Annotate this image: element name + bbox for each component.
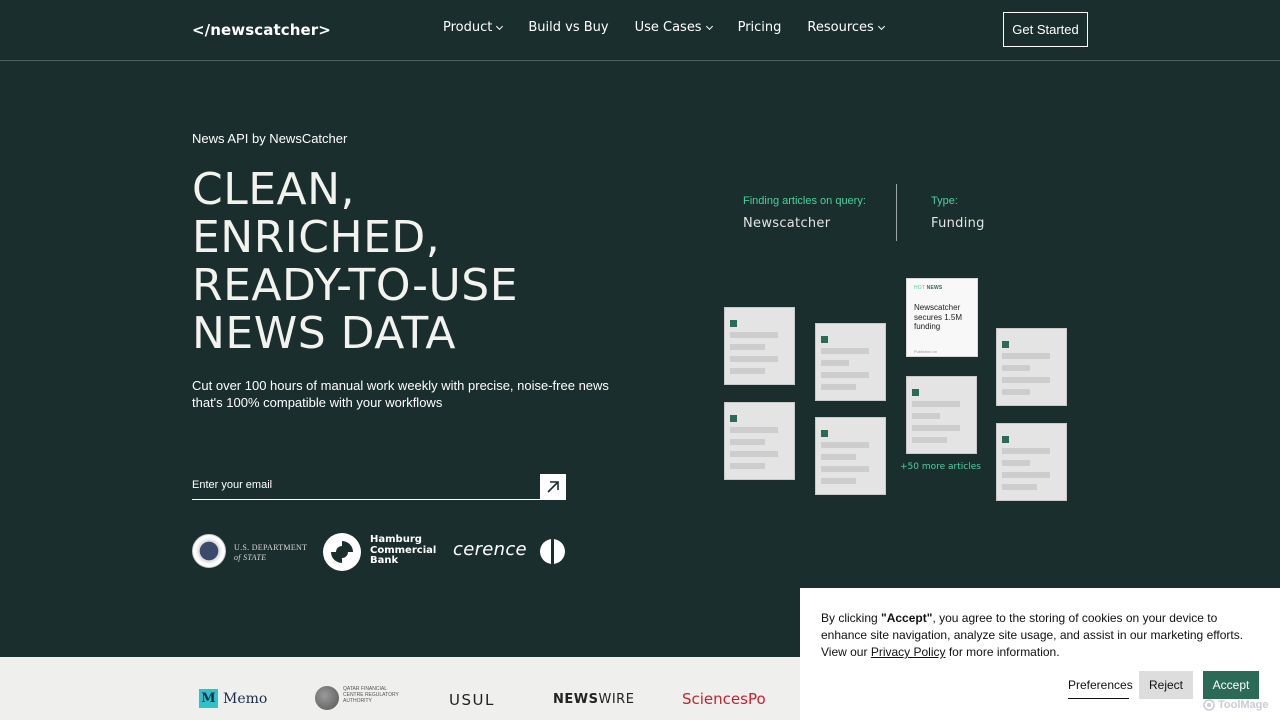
privacy-policy-link[interactable]: Privacy Policy [871,645,946,659]
article-card [724,307,795,385]
article-card [815,323,886,401]
hcb-line-1: Hamburg [370,534,422,545]
hot-news-title: Newscatcher secures 1.5M funding [914,303,963,331]
card-marker [821,336,828,343]
card-marker [730,320,737,327]
nav-item-pricing[interactable]: Pricing [738,20,782,35]
query-label: Finding articles on query: [743,195,866,207]
newscatcher-logo[interactable]: </newscatcher> [192,21,331,39]
card-marker [912,389,919,396]
state-line-1: U.S. DEPARTMENT [234,543,308,552]
nav-item-build-vs-buy[interactable]: Build vs Buy [528,20,608,35]
hot-tag-prefix: HOT [914,285,926,291]
email-input[interactable] [192,479,532,491]
newswire-bold: NEWS [553,692,599,707]
email-submit-button[interactable] [540,474,566,500]
arrow-up-right-icon [547,481,559,493]
article-card [815,417,886,495]
qfc-regulatory-authority-logo: QATAR FINANCIAL CENTRE REGULATORY AUTHOR… [315,684,399,712]
cookie-reject-button[interactable]: Reject [1139,671,1193,699]
card-marker [821,430,828,437]
main-nav: Product Build vs Buy Use Cases Pricing R… [443,20,910,35]
chevron-down-icon [705,22,713,30]
article-card [724,402,795,480]
cookie-preferences-button[interactable]: Preferences [1068,671,1133,699]
site-header: </newscatcher> Product Build vs Buy Use … [0,0,1280,61]
toolmage-watermark: ToolMage [1203,699,1269,711]
hamburg-commercial-bank-icon [323,533,361,571]
newswire-logo: NEWSWIRE [553,692,634,707]
hero-title-line: ENRICHED, [192,212,441,263]
more-articles-label: +50 more articles [900,462,981,472]
qfc-logo-text: QATAR FINANCIAL CENTRE REGULATORY AUTHOR… [343,686,399,704]
memo-logo-text: Memo [223,690,268,707]
hero-eyebrow: News API by NewsCatcher [192,131,348,146]
email-signup-form [192,474,566,500]
nav-item-label: Use Cases [634,20,702,35]
hamburg-commercial-bank-text: Hamburg Commercial Bank [370,534,436,567]
nav-item-resources[interactable]: Resources [807,20,885,35]
hero-subtitle: Cut over 100 hours of manual work weekly… [192,378,609,410]
cookie-text-part: By clicking [821,611,882,625]
cookie-consent-text: By clicking "Accept", you agree to the s… [821,610,1265,661]
hot-news-card: HOT NEWS Newscatcher secures 1.5M fundin… [906,278,978,357]
usul-logo: USUL [449,691,495,709]
nav-item-label: Resources [807,20,874,35]
article-card [906,376,977,454]
article-card [996,423,1067,501]
query-divider [896,184,897,241]
cookie-text-bold: "Accept" [881,611,933,625]
nav-item-use-cases[interactable]: Use Cases [634,20,713,35]
hot-news-footer: Published on [914,349,938,354]
chevron-down-icon [496,22,504,30]
watermark-text: ToolMage [1218,699,1269,711]
hcb-line-3: Bank [370,555,399,566]
cookie-accept-button[interactable]: Accept [1203,671,1259,699]
type-label: Type: [931,195,958,207]
hot-news-tag: HOT NEWS [914,285,942,291]
memo-logo: M Memo [199,689,267,708]
article-card [996,328,1067,406]
cookie-text-part: for more information. [945,645,1060,659]
chevron-down-icon [877,22,885,30]
cerence-logo-text: cerence [453,539,527,560]
get-started-button[interactable]: Get Started [1003,12,1088,47]
hero-title: CLEAN, ENRICHED, READY-TO-USE NEWS DATA [192,166,518,358]
nav-item-label: Build vs Buy [528,20,609,35]
card-marker [730,415,737,422]
sciencespo-logo: SciencesPo [682,690,766,708]
hero-title-line: CLEAN, [192,164,356,215]
nav-item-product[interactable]: Product [443,20,504,35]
nav-item-label: Pricing [737,20,782,35]
hero-title-line: READY-TO-USE [192,260,518,311]
hero-title-line: NEWS DATA [192,308,456,359]
state-department-logo-text: U.S. DEPARTMENT of STATE [234,543,314,563]
hot-tag-label: NEWS [926,285,943,291]
card-marker [1002,341,1009,348]
query-value: Newscatcher [743,216,831,231]
memo-mark-icon: M [199,689,218,708]
nav-item-label: Product [443,20,493,35]
card-marker [1002,436,1009,443]
toolmage-icon [1203,699,1215,711]
state-department-seal-icon [192,534,226,568]
state-line-2: of STATE [234,553,267,562]
qfc-emblem-icon [315,686,339,710]
cerence-mark-icon [540,539,565,564]
type-value: Funding [931,216,985,231]
newswire-rest: WIRE [598,692,635,707]
